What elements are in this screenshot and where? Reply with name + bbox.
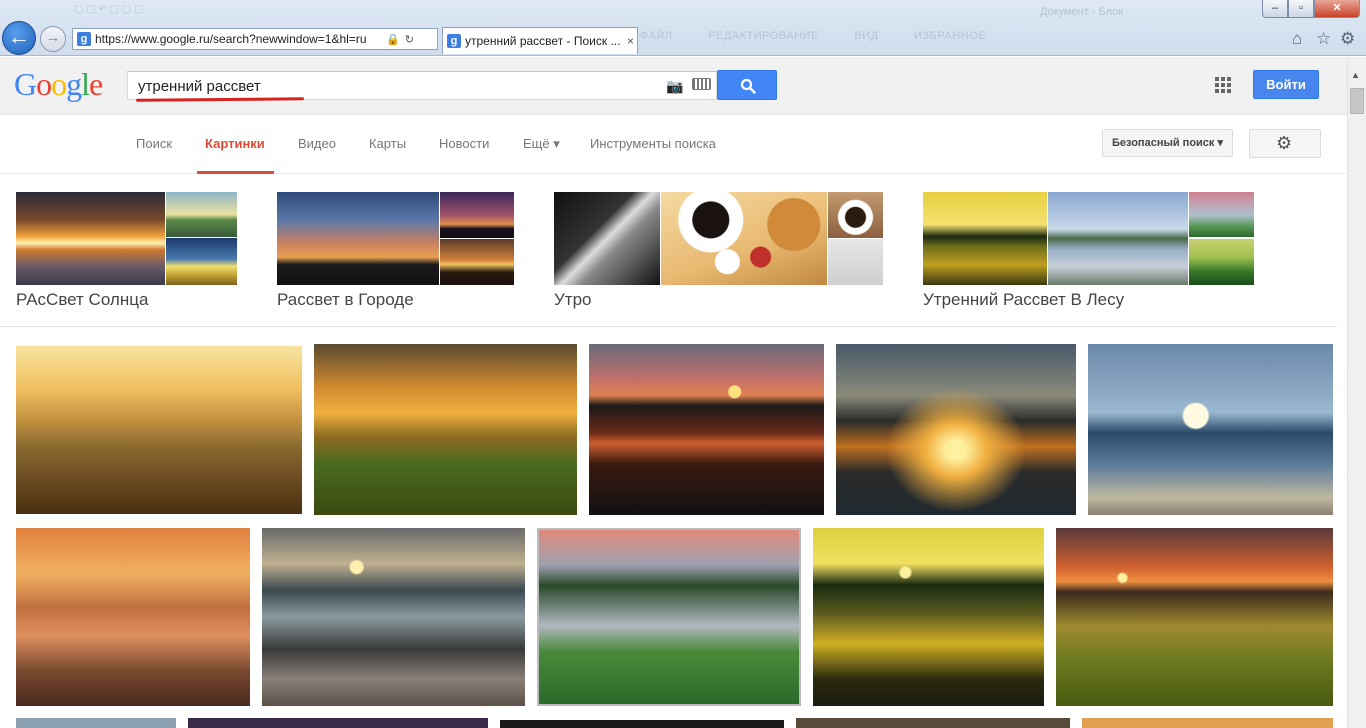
gear-icon: ⚙ xyxy=(1276,133,1293,153)
safe-search-dropdown[interactable]: Безопасный поиск ▾ xyxy=(1102,129,1233,157)
search-query-text: утренний рассвет xyxy=(138,78,261,95)
forward-button[interactable]: → xyxy=(40,26,66,52)
image-result[interactable] xyxy=(188,718,488,728)
home-icon[interactable]: ⌂ xyxy=(1292,29,1302,49)
tab-close-icon[interactable]: × xyxy=(627,34,634,48)
related-thumbnail[interactable] xyxy=(277,192,439,285)
signin-button[interactable]: Войти xyxy=(1253,70,1319,99)
related-thumbnail[interactable] xyxy=(440,239,514,285)
related-thumbnail[interactable] xyxy=(166,238,237,285)
image-result[interactable] xyxy=(314,344,577,515)
logo-letter: o xyxy=(36,66,52,102)
related-thumbnail[interactable] xyxy=(166,192,237,237)
faded-menu-overlay: ФАЙЛ РЕДАКТИРОВАНИЕ ВИД ИЗБРАННОЕ xyxy=(640,30,1018,42)
refresh-icon[interactable]: ↻ xyxy=(405,33,414,46)
image-result[interactable] xyxy=(16,528,250,706)
apps-grid-icon[interactable] xyxy=(1215,77,1231,93)
search-input[interactable]: утренний рассвет 📷 xyxy=(127,71,717,102)
image-result[interactable] xyxy=(1088,344,1333,515)
tab-maps[interactable]: Карты xyxy=(369,136,406,151)
image-result[interactable] xyxy=(1082,718,1333,728)
favorites-star-icon[interactable]: ☆ xyxy=(1316,29,1331,49)
search-button[interactable] xyxy=(717,70,777,100)
related-thumbnail[interactable] xyxy=(1048,192,1188,285)
related-thumbnail[interactable] xyxy=(554,192,660,285)
settings-button[interactable]: ⚙ xyxy=(1249,129,1321,158)
related-thumbnail[interactable] xyxy=(1189,192,1254,237)
faded-menu-item: РЕДАКТИРОВАНИЕ xyxy=(708,30,819,42)
related-label-city-sunrise[interactable]: Рассвет в Городе xyxy=(277,290,414,310)
back-button[interactable]: ← xyxy=(2,21,36,55)
logo-letter: e xyxy=(89,66,103,102)
image-result[interactable] xyxy=(537,528,801,706)
faded-menu-item: ФАЙЛ xyxy=(640,30,673,42)
related-thumbnail[interactable] xyxy=(828,192,883,238)
scrollbar-thumb[interactable] xyxy=(1350,88,1364,114)
related-thumbnail[interactable] xyxy=(828,239,883,285)
related-thumbnail[interactable] xyxy=(923,192,1047,285)
faded-toolbar-overlay: ▢ ▢ ↶ ▢ ▢ ▢ xyxy=(74,4,144,15)
logo-letter: o xyxy=(51,66,67,102)
google-favicon-icon: g xyxy=(77,32,91,46)
search-icon xyxy=(740,78,756,94)
browser-tab-active[interactable]: g утренний рассвет - Поиск ... × xyxy=(442,27,638,54)
vertical-scrollbar[interactable] xyxy=(1347,57,1366,728)
image-result[interactable] xyxy=(796,718,1070,728)
related-thumbnail[interactable] xyxy=(440,192,514,238)
image-result[interactable] xyxy=(813,528,1044,706)
window-maximize-button[interactable]: ▫ xyxy=(1288,0,1314,18)
scroll-up-arrow-icon[interactable]: ▲ xyxy=(1351,70,1360,80)
window-close-button[interactable]: ✕ xyxy=(1314,0,1360,18)
related-thumbnail[interactable] xyxy=(16,192,165,285)
address-url: https://www.google.ru/search?newwindow=1… xyxy=(95,32,367,46)
image-result[interactable] xyxy=(500,720,784,728)
faded-window-title: Документ - Блок xyxy=(1040,6,1124,18)
active-tab-indicator xyxy=(197,171,274,174)
logo-letter: g xyxy=(66,66,82,102)
logo-letter: G xyxy=(14,66,37,102)
faded-menu-item: ВИД xyxy=(854,30,879,42)
image-result[interactable] xyxy=(1056,528,1333,706)
tools-gear-icon[interactable]: ⚙ xyxy=(1340,29,1355,49)
tab-images[interactable]: Картинки xyxy=(205,136,265,151)
google-favicon-icon: g xyxy=(447,34,461,48)
tab-search[interactable]: Поиск xyxy=(136,136,172,151)
keyboard-icon[interactable] xyxy=(692,78,711,90)
tab-news[interactable]: Новости xyxy=(439,136,489,151)
image-result[interactable] xyxy=(16,718,176,728)
faded-menu-item: ИЗБРАННОЕ xyxy=(914,30,987,42)
lock-icon[interactable]: 🔒 xyxy=(386,33,400,46)
browser-tab-title: утренний рассвет - Поиск ... xyxy=(465,34,621,48)
image-result[interactable] xyxy=(262,528,525,706)
related-label-morning[interactable]: Утро xyxy=(554,290,592,310)
image-result[interactable] xyxy=(16,346,302,514)
window-minimize-button[interactable]: – xyxy=(1262,0,1288,18)
image-result[interactable] xyxy=(589,344,824,515)
tab-more[interactable]: Ещё ▾ xyxy=(523,136,560,152)
camera-icon[interactable]: 📷 xyxy=(666,78,683,95)
divider xyxy=(0,326,1337,327)
logo-letter: l xyxy=(81,66,90,102)
tab-search-tools[interactable]: Инструменты поиска xyxy=(590,136,716,151)
image-result[interactable] xyxy=(836,344,1076,515)
google-logo[interactable]: Google xyxy=(14,66,103,103)
tab-video[interactable]: Видео xyxy=(298,136,336,151)
related-thumbnail[interactable] xyxy=(1189,239,1254,285)
related-label-forest-sunrise[interactable]: Утренний Рассвет В Лесу xyxy=(923,290,1124,310)
address-bar[interactable]: g https://www.google.ru/search?newwindow… xyxy=(72,28,438,50)
related-thumbnail[interactable] xyxy=(661,192,827,285)
related-label-sunrise-sun[interactable]: РАсСвет Солнца xyxy=(16,290,148,310)
